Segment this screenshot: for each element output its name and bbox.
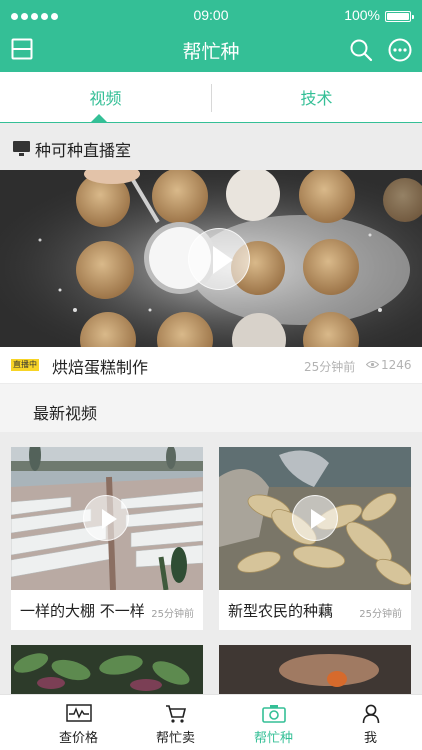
live-section-header: 种可种直播室 <box>0 124 422 170</box>
plants-image <box>11 645 203 694</box>
play-icon[interactable] <box>188 228 250 290</box>
cart-icon <box>165 705 186 723</box>
video-card[interactable] <box>219 645 411 694</box>
more-icon[interactable] <box>388 38 412 62</box>
video-thumbnail <box>11 447 203 590</box>
tab-label: 查价格 <box>58 731 98 746</box>
live-video-thumbnail[interactable] <box>0 170 422 347</box>
active-tab-indicator <box>91 114 107 122</box>
video-title: 一样的大棚 不一样 <box>20 602 145 620</box>
status-bar: 09:00 100% <box>0 0 422 32</box>
live-view-count: 1246 <box>381 358 412 372</box>
play-icon[interactable] <box>292 495 338 541</box>
eye-icon <box>366 361 379 368</box>
tab-technique[interactable]: 技术 <box>211 72 422 123</box>
bottom-tab-bar: 查价格 帮忙卖 帮忙种 我 <box>0 694 422 750</box>
tab-label: 帮忙卖 <box>155 731 195 746</box>
tv-icon <box>13 141 30 156</box>
live-section-title: 种可种直播室 <box>35 141 132 160</box>
latest-section-header: 最新视频 <box>0 384 422 432</box>
live-video-title: 烘焙蛋糕制作 <box>52 358 149 377</box>
content-tabs: 视频 技术 <box>0 72 422 123</box>
video-card[interactable]: 一样的大棚 不一样 25分钟前 <box>11 447 203 630</box>
tab-help-plant[interactable]: 帮忙种 <box>221 695 326 750</box>
live-video-info[interactable]: 直播中 烘焙蛋糕制作 25分钟前 1246 <box>0 347 422 383</box>
hands-image <box>219 645 411 694</box>
battery-icon <box>385 11 414 22</box>
live-video-time: 25分钟前 <box>304 360 356 374</box>
top-bar: 09:00 100% 帮忙种 <box>0 0 422 72</box>
tab-help-sell[interactable]: 帮忙卖 <box>123 695 228 750</box>
tab-label: 帮忙种 <box>253 731 293 746</box>
tab-label: 我 <box>363 731 377 746</box>
tab-me[interactable]: 我 <box>318 695 422 750</box>
camera-icon <box>261 705 286 723</box>
video-thumbnail <box>219 447 411 590</box>
latest-section-title: 最新视频 <box>33 404 98 423</box>
price-chart-icon <box>65 704 92 722</box>
tab-check-price[interactable]: 查价格 <box>26 695 131 750</box>
live-badge: 直播中 <box>11 359 39 371</box>
search-icon[interactable] <box>349 38 373 62</box>
video-time: 25分钟前 <box>151 609 194 620</box>
play-icon[interactable] <box>83 495 129 541</box>
video-title: 新型农民的种藕 <box>228 602 334 620</box>
video-card[interactable] <box>11 645 203 694</box>
user-icon <box>362 704 379 724</box>
battery-percent: 100% <box>344 7 380 23</box>
video-card[interactable]: 新型农民的种藕 25分钟前 <box>219 447 411 630</box>
video-time: 25分钟前 <box>359 609 402 620</box>
